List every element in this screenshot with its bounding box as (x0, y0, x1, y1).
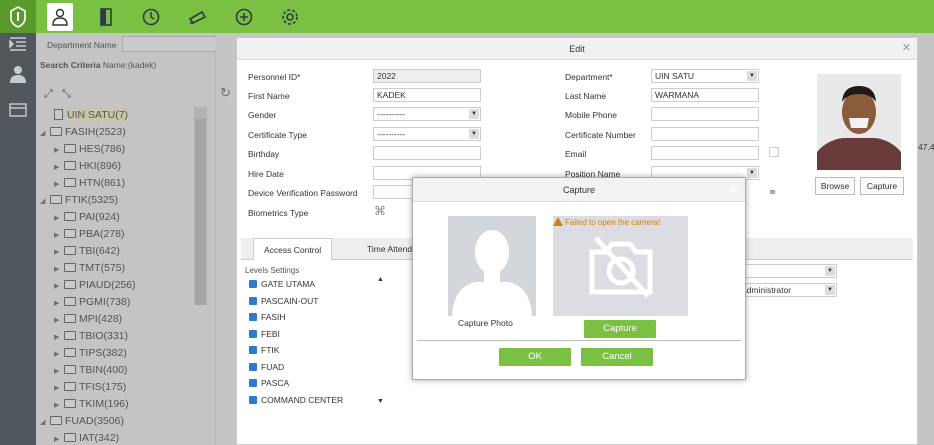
checkbox-checked-icon[interactable] (249, 362, 257, 371)
logo-icon (0, 0, 36, 33)
birthday-field[interactable] (373, 146, 481, 160)
level-item[interactable]: FASIH (249, 312, 286, 322)
device-password-label: Device Verification Password (248, 188, 358, 198)
avatar-placeholder (448, 216, 536, 316)
department-select[interactable]: UIN SATU ▼ (651, 69, 759, 83)
chevron-down-icon: ▼ (469, 129, 479, 139)
chevron-down-icon: ▼ (747, 168, 757, 178)
chevron-down-icon: ▼ (469, 109, 479, 119)
capture-dialog: Capture ✕ Capture Photo Failed to open t… (412, 177, 746, 380)
certificate-type-label: Certificate Type (248, 130, 307, 140)
levels-settings-label: Levels Settings (245, 266, 300, 275)
link-icon[interactable]: ⚭ (768, 186, 777, 199)
last-name-label: Last Name (565, 91, 607, 101)
first-name-label: First Name (248, 91, 290, 101)
camera-off-icon (589, 236, 653, 298)
certificate-number-label: Certificate Number (565, 130, 636, 140)
hire-date-label: Hire Date (248, 169, 284, 179)
capture-photo-label: Capture Photo (458, 318, 513, 328)
close-icon[interactable]: ✕ (728, 182, 738, 196)
camera-icon[interactable] (185, 4, 211, 30)
level-item[interactable]: FEBI (249, 329, 280, 339)
level-item[interactable]: FTIK (249, 345, 279, 355)
ok-button[interactable]: OK (499, 348, 571, 366)
administrator-value: Administrator (741, 285, 792, 295)
personnel-id-label: Personnel ID* (248, 72, 301, 82)
right-select-1[interactable]: ▼ (737, 264, 837, 278)
browse-button[interactable]: Browse (815, 177, 855, 195)
level-label: PASCA (261, 378, 290, 388)
warning-icon (553, 217, 563, 226)
edit-title: Edit (237, 38, 917, 60)
checkbox-checked-icon[interactable] (249, 329, 257, 338)
checkbox-checked-icon[interactable] (249, 280, 257, 288)
personnel-photo (817, 74, 901, 170)
email-label: Email (565, 149, 587, 159)
edit-close-icon[interactable]: ✕ (902, 41, 911, 54)
door-icon[interactable] (93, 4, 119, 30)
chevron-down-icon: ▼ (747, 71, 757, 81)
level-item[interactable]: COMMAND CENTER (249, 395, 343, 405)
biometrics-type-label: Biometrics Type (248, 208, 309, 218)
device-password-field[interactable] (373, 185, 413, 199)
certificate-type-select[interactable]: ---------- ▼ (373, 127, 481, 141)
level-item[interactable]: GATE UTAMA (249, 279, 315, 289)
partial-value: 47.4 (918, 142, 934, 152)
level-label: FASIH (261, 312, 286, 322)
gender-select[interactable]: ---------- ▼ (373, 107, 481, 121)
certificate-number-field[interactable] (651, 127, 759, 141)
shield-plus-icon[interactable] (231, 4, 257, 30)
level-label: FTIK (261, 345, 280, 355)
camera-preview: Failed to open the camera! (553, 216, 688, 316)
level-item[interactable]: FUAD (249, 362, 284, 372)
clock-icon[interactable] (138, 4, 164, 30)
department-label: Department* (565, 72, 613, 82)
gender-label: Gender (248, 110, 277, 120)
cancel-button[interactable]: Cancel (581, 348, 653, 366)
last-name-field[interactable]: WARMANA (651, 88, 759, 102)
birthday-label: Birthday (248, 149, 280, 159)
capture-button[interactable]: Capture (584, 320, 656, 338)
checkbox-checked-icon[interactable] (249, 395, 257, 404)
checkbox[interactable] (769, 147, 779, 157)
checkbox-checked-icon[interactable] (249, 313, 257, 321)
level-label: FEBI (261, 328, 280, 339)
camera-error: Failed to open the camera! (553, 217, 660, 227)
email-field[interactable] (651, 146, 759, 160)
first-name-field[interactable]: KADEK (373, 88, 481, 102)
certificate-type-value: ---------- (377, 129, 406, 139)
capture-photo-button[interactable]: Capture (860, 177, 904, 195)
chevron-down-icon: ▼ (825, 266, 835, 276)
right-select-2[interactable]: Administrator ▼ (737, 283, 837, 297)
level-item[interactable]: PASCAIN-OUT (249, 296, 318, 306)
chevron-down-icon: ▼ (825, 285, 835, 295)
gender-value: ---------- (377, 109, 406, 119)
levels-scrollbar[interactable]: ▲ ▼ (377, 276, 389, 406)
personnel-icon[interactable] (47, 3, 73, 31)
level-label: COMMAND CENTER (261, 394, 344, 405)
mobile-phone-label: Mobile Phone (565, 110, 617, 120)
level-label: FUAD (261, 361, 285, 372)
checkbox-checked-icon[interactable] (249, 346, 257, 354)
level-label: GATE UTAMA (261, 279, 315, 289)
checkbox-checked-icon[interactable] (249, 379, 257, 387)
capture-title: Capture (413, 178, 745, 202)
fingerprint-icon: ⌘ (374, 204, 386, 218)
top-bar (0, 0, 934, 33)
scroll-up-icon[interactable]: ▲ (377, 276, 384, 283)
scroll-down-icon[interactable]: ▼ (377, 398, 384, 405)
divider (417, 340, 741, 341)
mobile-phone-field[interactable] (651, 107, 759, 121)
tab-access-control[interactable]: Access Control (253, 238, 333, 260)
camera-error-text: Failed to open the camera! (565, 218, 661, 227)
gear-icon[interactable] (277, 4, 303, 30)
personnel-id-field[interactable]: 2022 (373, 69, 481, 83)
level-item[interactable]: PASCA (249, 378, 289, 388)
department-value: UIN SATU (655, 71, 695, 81)
level-label: PASCAIN-OUT (261, 295, 319, 306)
checkbox-checked-icon[interactable] (249, 296, 257, 305)
